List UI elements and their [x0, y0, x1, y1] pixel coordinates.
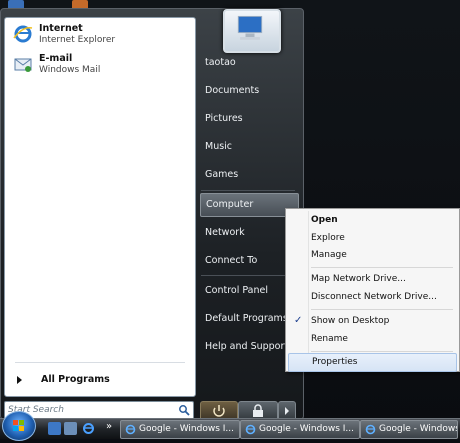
right-item-documents[interactable]: Documents: [200, 80, 297, 102]
right-item-label: taotao: [205, 57, 236, 68]
divider: [311, 309, 453, 310]
all-programs-button[interactable]: All Programs: [11, 370, 191, 390]
context-item-show-on-desktop[interactable]: ✓ Show on Desktop: [288, 313, 455, 330]
right-item-control-panel[interactable]: Control Panel: [200, 280, 297, 302]
switch-windows-icon[interactable]: [64, 422, 77, 435]
internet-explorer-icon: [13, 25, 33, 43]
taskbar-button-label: Google - Windows I...: [379, 424, 458, 434]
context-item-label: Manage: [311, 250, 347, 260]
windows-logo-icon: [13, 420, 24, 431]
context-item-label: Map Network Drive...: [311, 274, 406, 284]
all-programs-label: All Programs: [41, 374, 110, 385]
context-item-label: Open: [311, 215, 338, 225]
right-item-label: Music: [205, 141, 233, 152]
user-picture[interactable]: [223, 9, 281, 53]
arrow-right-icon: [17, 376, 22, 384]
search-icon[interactable]: [178, 404, 190, 416]
internet-explorer-icon: [365, 424, 376, 435]
context-item-label: Explore: [311, 233, 345, 243]
start-menu: Internet Internet Explorer E-mail Window…: [0, 8, 304, 421]
context-item-rename[interactable]: Rename: [288, 331, 455, 348]
context-item-label: Disconnect Network Drive...: [311, 292, 437, 302]
right-item-label: Connect To: [205, 255, 258, 266]
internet-explorer-icon: [125, 424, 136, 435]
context-item-properties[interactable]: Properties: [288, 353, 457, 372]
context-item-explore[interactable]: Explore: [288, 230, 455, 247]
right-item-games[interactable]: Games: [200, 164, 297, 186]
taskbar-button[interactable]: Google - Windows I...: [240, 420, 360, 439]
right-item-label: Control Panel: [205, 285, 268, 296]
right-item-default-programs[interactable]: Default Programs: [200, 308, 297, 330]
context-item-label: Show on Desktop: [311, 316, 390, 326]
taskbar: » Google - Windows I... Google - Windows…: [0, 411, 460, 441]
divider: [15, 362, 185, 363]
quick-launch-more-button[interactable]: »: [106, 421, 112, 432]
context-item-disconnect-network-drive[interactable]: Disconnect Network Drive...: [288, 289, 455, 306]
right-item-label: Default Programs: [205, 313, 288, 324]
checkmark-icon: ✓: [294, 315, 303, 326]
taskbar-button-label: Google - Windows I...: [139, 424, 234, 434]
monitor-icon: [237, 15, 263, 40]
internet-explorer-icon: [245, 424, 256, 435]
taskbar-button[interactable]: Google - Windows I...: [120, 420, 240, 439]
context-item-open[interactable]: Open: [288, 212, 455, 229]
right-item-music[interactable]: Music: [200, 136, 297, 158]
start-menu-left-pane: Internet Internet Explorer E-mail Window…: [4, 17, 196, 397]
right-item-connect-to[interactable]: Connect To: [200, 250, 297, 272]
right-item-label: Games: [205, 169, 239, 180]
pinned-email[interactable]: E-mail Windows Mail: [9, 50, 191, 78]
pinned-subtitle: Windows Mail: [39, 65, 101, 75]
context-item-manage[interactable]: Manage: [288, 247, 455, 264]
right-item-label: Network: [205, 227, 245, 238]
start-orb-button[interactable]: [2, 411, 36, 441]
divider: [201, 190, 295, 191]
pinned-title: E-mail: [39, 53, 73, 64]
right-item-network[interactable]: Network: [200, 222, 297, 244]
divider: [311, 351, 453, 352]
context-item-label: Properties: [312, 357, 358, 367]
taskbar-button-label: Google - Windows I...: [259, 424, 354, 434]
divider: [311, 267, 453, 268]
pinned-internet[interactable]: Internet Internet Explorer: [9, 20, 191, 48]
divider: [201, 275, 295, 276]
context-item-label: Rename: [311, 334, 348, 344]
right-item-label: Computer: [206, 199, 254, 210]
show-desktop-icon[interactable]: [48, 422, 61, 435]
windows-mail-icon: [14, 58, 32, 72]
internet-explorer-icon[interactable]: [82, 422, 95, 435]
context-menu: Open Explore Manage Map Network Drive...…: [285, 208, 460, 372]
right-item-help-and-support[interactable]: Help and Support: [200, 336, 297, 358]
right-item-label: Documents: [205, 85, 260, 96]
right-item-pictures[interactable]: Pictures: [200, 108, 297, 130]
pinned-subtitle: Internet Explorer: [39, 35, 116, 45]
pinned-title: Internet: [39, 23, 83, 34]
right-item-taotao[interactable]: taotao: [200, 52, 297, 74]
right-item-label: Pictures: [205, 113, 243, 124]
taskbar-button[interactable]: Google - Windows I...: [360, 420, 458, 439]
right-item-label: Help and Support: [205, 341, 289, 352]
context-item-map-network-drive[interactable]: Map Network Drive...: [288, 271, 455, 288]
